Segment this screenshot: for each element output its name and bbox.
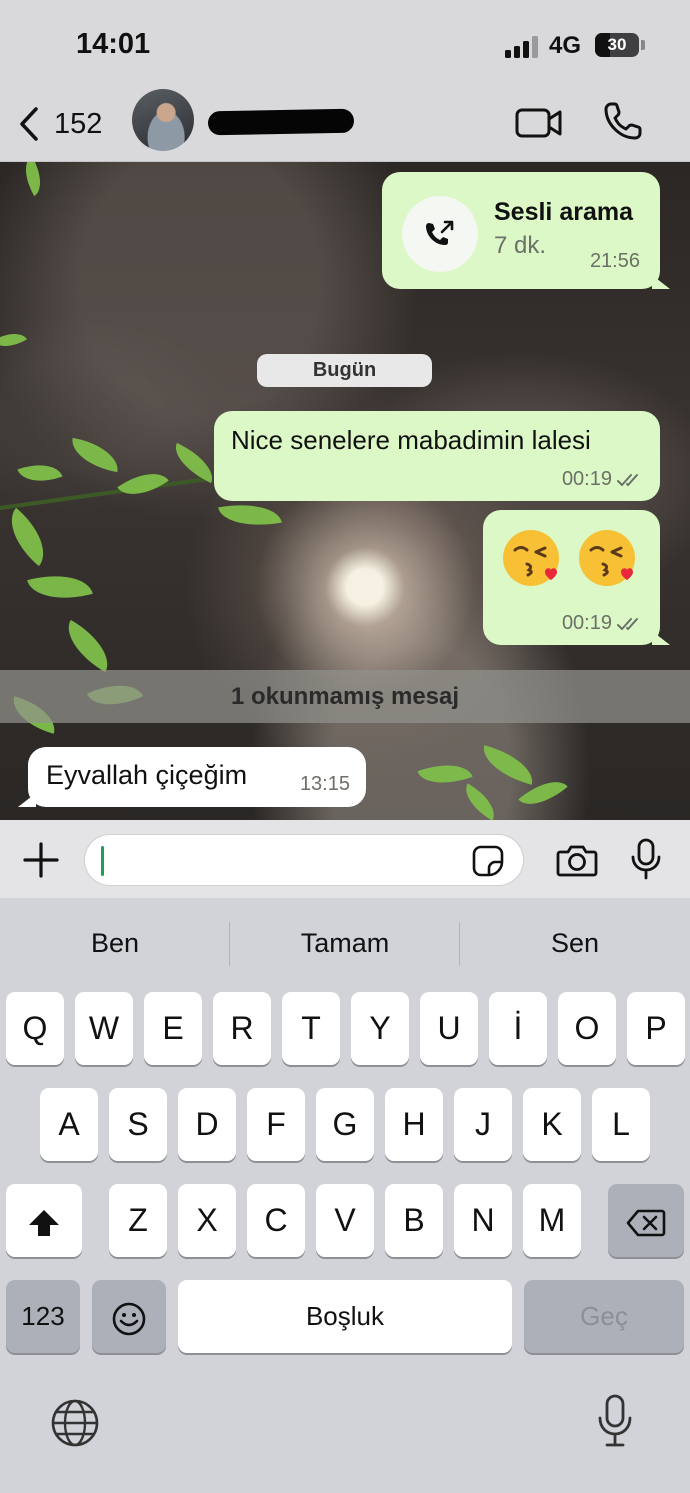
return-key[interactable]: Geç	[524, 1280, 684, 1353]
battery-cap	[641, 40, 645, 50]
date-divider: Bugün	[257, 354, 432, 387]
kissing-face-emoji	[503, 530, 559, 586]
key-l[interactable]: L	[592, 1088, 650, 1161]
unread-chats-count: 152	[54, 108, 103, 140]
contact-avatar[interactable]	[132, 89, 194, 151]
shift-icon	[29, 1209, 59, 1236]
key-i-dotted[interactable]: İ	[489, 992, 547, 1065]
dictation-microphone-icon[interactable]	[597, 1394, 633, 1448]
double-check-icon	[617, 473, 638, 486]
signal-icon	[505, 36, 541, 58]
composer-bar	[0, 820, 690, 898]
key-o[interactable]: O	[558, 992, 616, 1065]
incoming-message[interactable]: Eyvallah çiçeğim 13:15	[28, 747, 366, 807]
globe-icon[interactable]	[50, 1398, 100, 1448]
status-bar: 14:01 4G 30	[0, 0, 690, 88]
message-time: 00:19	[561, 612, 612, 634]
bubble-tail	[652, 275, 670, 289]
message-time: 21:56	[589, 250, 640, 272]
key-a[interactable]: A	[40, 1088, 98, 1161]
battery-icon: 30	[595, 33, 639, 57]
space-key[interactable]: Boşluk	[178, 1280, 512, 1353]
plus-icon[interactable]	[22, 841, 60, 879]
sticker-icon[interactable]	[471, 844, 505, 878]
contact-name[interactable]	[207, 108, 355, 136]
numbers-key[interactable]: 123	[6, 1280, 80, 1353]
status-time: 14:01	[76, 28, 151, 60]
outgoing-emoji-message[interactable]: 😘😘 00:19	[483, 510, 660, 645]
suggestion-item[interactable]: Tamam	[230, 928, 460, 959]
backspace-icon	[626, 1209, 666, 1236]
message-input[interactable]	[84, 834, 524, 886]
call-duration: 7 dk.	[494, 232, 547, 259]
key-d[interactable]: D	[178, 1088, 236, 1161]
suggestion-bar: Ben Tamam Sen	[0, 898, 690, 988]
kissing-face-emoji	[579, 530, 635, 586]
message-time: 13:15	[299, 773, 350, 795]
bubble-tail	[18, 793, 36, 807]
message-time: 00:19	[561, 468, 612, 490]
voice-call-bubble[interactable]: Sesli arama 7 dk. 21:56	[382, 172, 660, 289]
key-y[interactable]: Y	[351, 992, 409, 1065]
key-r[interactable]: R	[213, 992, 271, 1065]
suggestion-item[interactable]: Sen	[460, 928, 690, 959]
key-e[interactable]: E	[144, 992, 202, 1065]
key-q[interactable]: Q	[6, 992, 64, 1065]
delete-key[interactable]	[608, 1184, 684, 1257]
key-z[interactable]: Z	[109, 1184, 167, 1257]
key-n[interactable]: N	[454, 1184, 512, 1257]
key-s[interactable]: S	[109, 1088, 167, 1161]
key-x[interactable]: X	[178, 1184, 236, 1257]
network-type: 4G	[549, 32, 582, 59]
video-call-icon[interactable]	[514, 102, 564, 142]
text-caret	[101, 846, 104, 876]
message-text: Nice senelere mabadimin lalesi	[231, 425, 591, 455]
chevron-left-icon	[20, 107, 38, 141]
microphone-icon[interactable]	[630, 838, 662, 880]
key-g[interactable]: G	[316, 1088, 374, 1161]
phone-icon[interactable]	[602, 100, 644, 142]
keyboard: Ben Tamam Sen Q W E R T Y U İ O P A S D …	[0, 898, 690, 1493]
chat-background: Sesli arama 7 dk. 21:56 Bugün Nice senel…	[0, 162, 690, 820]
key-h[interactable]: H	[385, 1088, 443, 1161]
emoji-icon	[112, 1302, 146, 1335]
key-u[interactable]: U	[420, 992, 478, 1065]
message-text: Eyvallah çiçeğim	[46, 760, 248, 790]
key-f[interactable]: F	[247, 1088, 305, 1161]
outgoing-call-icon	[402, 196, 478, 272]
key-m[interactable]: M	[523, 1184, 581, 1257]
call-title: Sesli arama	[494, 198, 633, 226]
suggestion-item[interactable]: Ben	[0, 928, 230, 959]
key-t[interactable]: T	[282, 992, 340, 1065]
key-j[interactable]: J	[454, 1088, 512, 1161]
battery-level: 30	[607, 35, 627, 54]
key-k[interactable]: K	[523, 1088, 581, 1161]
key-w[interactable]: W	[75, 992, 133, 1065]
chat-header: 152	[0, 88, 690, 162]
bubble-tail	[652, 631, 670, 645]
double-check-icon	[617, 617, 638, 630]
camera-icon[interactable]	[556, 842, 598, 878]
unread-messages-banner: 1 okunmamış mesaj	[0, 670, 690, 723]
emoji-key[interactable]	[92, 1280, 166, 1353]
key-p[interactable]: P	[627, 992, 685, 1065]
outgoing-message[interactable]: Nice senelere mabadimin lalesi 00:19	[214, 411, 660, 501]
shift-key[interactable]	[6, 1184, 82, 1257]
key-c[interactable]: C	[247, 1184, 305, 1257]
key-b[interactable]: B	[385, 1184, 443, 1257]
back-button[interactable]: 152	[14, 102, 114, 146]
key-v[interactable]: V	[316, 1184, 374, 1257]
